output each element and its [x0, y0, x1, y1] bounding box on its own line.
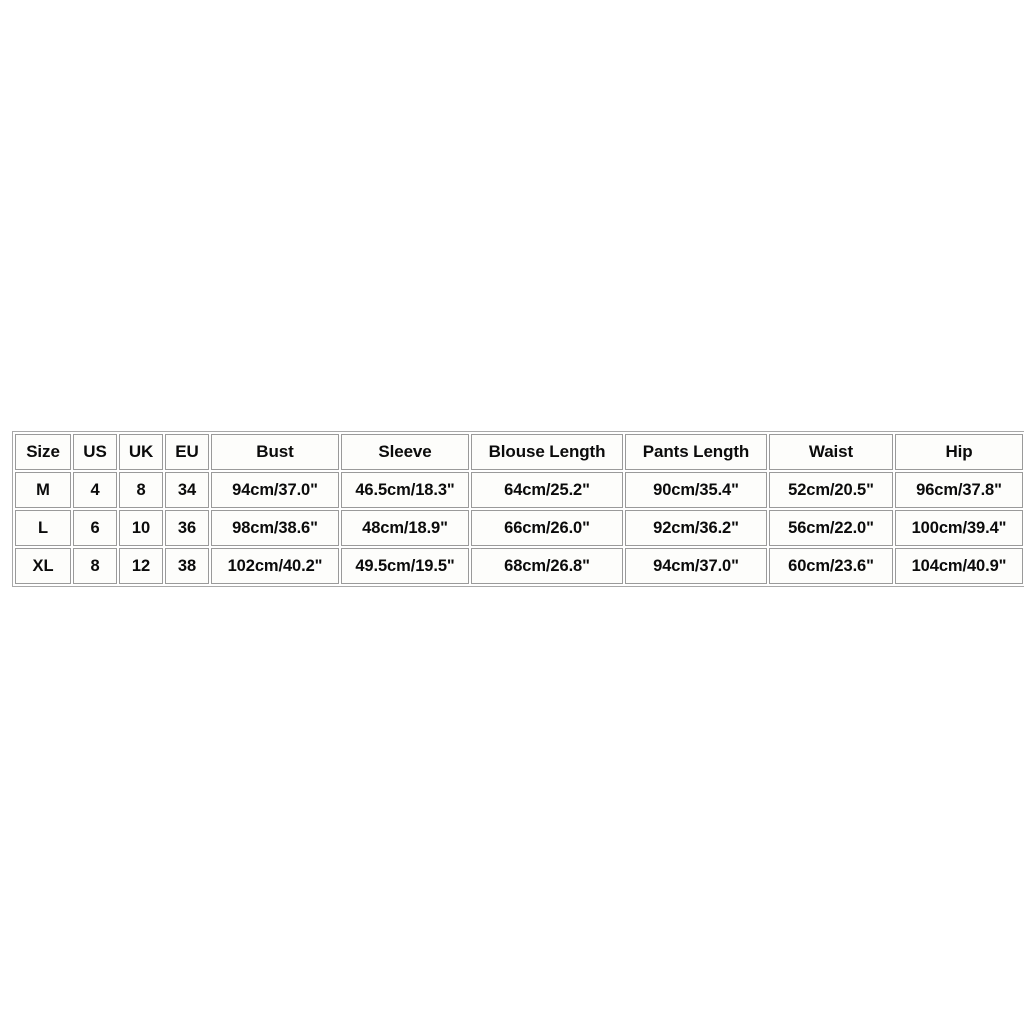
cell-pants-length: 90cm/35.4": [625, 472, 767, 508]
cell-pants-length: 92cm/36.2": [625, 510, 767, 546]
cell-sleeve: 49.5cm/19.5": [341, 548, 469, 584]
cell-blouse-length: 66cm/26.0": [471, 510, 623, 546]
cell-size: M: [15, 472, 71, 508]
cell-us: 6: [73, 510, 117, 546]
cell-sleeve: 48cm/18.9": [341, 510, 469, 546]
column-header-bust: Bust: [211, 434, 339, 470]
cell-uk: 12: [119, 548, 163, 584]
cell-us: 4: [73, 472, 117, 508]
column-header-uk: UK: [119, 434, 163, 470]
cell-size: XL: [15, 548, 71, 584]
cell-eu: 36: [165, 510, 209, 546]
cell-size: L: [15, 510, 71, 546]
cell-waist: 52cm/20.5": [769, 472, 893, 508]
column-header-us: US: [73, 434, 117, 470]
cell-uk: 8: [119, 472, 163, 508]
page-root: Size US UK EU Bust Sleeve Blouse Length …: [0, 0, 1024, 1024]
cell-hip: 100cm/39.4": [895, 510, 1023, 546]
size-chart-table: Size US UK EU Bust Sleeve Blouse Length …: [12, 431, 1024, 587]
cell-blouse-length: 64cm/25.2": [471, 472, 623, 508]
column-header-sleeve: Sleeve: [341, 434, 469, 470]
cell-sleeve: 46.5cm/18.3": [341, 472, 469, 508]
column-header-eu: EU: [165, 434, 209, 470]
cell-waist: 56cm/22.0": [769, 510, 893, 546]
column-header-pants-length: Pants Length: [625, 434, 767, 470]
cell-us: 8: [73, 548, 117, 584]
table-row: XL 8 12 38 102cm/40.2" 49.5cm/19.5" 68cm…: [15, 548, 1023, 584]
cell-hip: 96cm/37.8": [895, 472, 1023, 508]
cell-waist: 60cm/23.6": [769, 548, 893, 584]
table-header-row: Size US UK EU Bust Sleeve Blouse Length …: [15, 434, 1023, 470]
cell-bust: 94cm/37.0": [211, 472, 339, 508]
size-chart-container: Size US UK EU Bust Sleeve Blouse Length …: [12, 431, 1024, 587]
cell-bust: 102cm/40.2": [211, 548, 339, 584]
cell-hip: 104cm/40.9": [895, 548, 1023, 584]
cell-blouse-length: 68cm/26.8": [471, 548, 623, 584]
cell-bust: 98cm/38.6": [211, 510, 339, 546]
table-row: M 4 8 34 94cm/37.0" 46.5cm/18.3" 64cm/25…: [15, 472, 1023, 508]
table-row: L 6 10 36 98cm/38.6" 48cm/18.9" 66cm/26.…: [15, 510, 1023, 546]
cell-pants-length: 94cm/37.0": [625, 548, 767, 584]
column-header-hip: Hip: [895, 434, 1023, 470]
cell-eu: 34: [165, 472, 209, 508]
column-header-waist: Waist: [769, 434, 893, 470]
cell-uk: 10: [119, 510, 163, 546]
column-header-size: Size: [15, 434, 71, 470]
cell-eu: 38: [165, 548, 209, 584]
column-header-blouse-length: Blouse Length: [471, 434, 623, 470]
